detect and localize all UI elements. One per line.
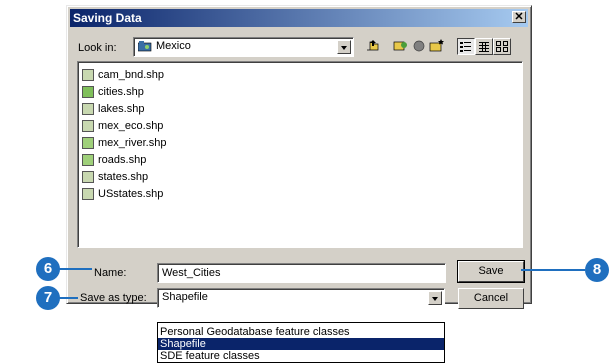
callout-8-leader (521, 269, 585, 271)
callout-6-badge: 6 (36, 257, 60, 281)
list-view-icon (460, 42, 471, 52)
point-shapefile-icon (82, 85, 94, 98)
thumbnails-view-button[interactable] (493, 38, 511, 55)
list-view-button[interactable] (457, 38, 475, 55)
list-item[interactable]: lakes.shp (82, 100, 144, 117)
close-icon: ✕ (514, 11, 524, 23)
thumbnails-view-icon (496, 41, 508, 52)
disconnect-folder-icon (413, 40, 425, 52)
file-name: USstates.shp (98, 187, 164, 200)
title-bar[interactable]: Saving Data ✕ (70, 9, 528, 27)
list-item[interactable]: USstates.shp (82, 185, 163, 202)
callout-8-number: 8 (592, 261, 602, 278)
connect-folder-icon (393, 41, 407, 51)
dialog-title: Saving Data (73, 11, 142, 25)
polygon-shapefile-icon (82, 119, 94, 132)
option-label: SDE feature classes (160, 350, 260, 362)
callout-6-number: 6 (43, 260, 53, 277)
callout-7-number: 7 (43, 289, 53, 306)
up-one-level-button[interactable] (365, 38, 383, 55)
option-label: Shapefile (160, 338, 206, 350)
name-label: Name: (94, 267, 127, 279)
callout-6-leader (56, 268, 92, 270)
polygon-shapefile-icon (82, 102, 94, 115)
save-as-type-value: Shapefile (162, 291, 208, 303)
look-in-select[interactable]: Mexico (133, 37, 354, 57)
up-folder-icon (367, 40, 379, 51)
connect-folder-button[interactable] (393, 38, 411, 55)
file-name: lakes.shp (98, 102, 145, 115)
polygon-shapefile-icon (82, 170, 94, 183)
line-shapefile-icon (82, 136, 94, 149)
cancel-button[interactable]: Cancel (458, 288, 524, 309)
file-name: cam_bnd.shp (98, 68, 165, 81)
save-as-type-dropdown[interactable]: Personal Geodatabase feature classes Sha… (157, 322, 445, 363)
look-in-value: Mexico (156, 40, 191, 52)
details-view-icon (479, 42, 489, 52)
cancel-button-label: Cancel (473, 292, 509, 304)
chevron-down-icon[interactable] (337, 40, 351, 54)
list-item[interactable]: mex_river.shp (82, 134, 166, 151)
save-as-type-label: Save as type: (80, 292, 147, 304)
file-name: mex_river.shp (98, 136, 167, 149)
dropdown-option[interactable]: SDE feature classes (158, 350, 444, 362)
name-field[interactable]: West_Cities (157, 263, 446, 283)
list-item[interactable]: cam_bnd.shp (82, 66, 164, 83)
file-name: roads.shp (98, 153, 147, 166)
chevron-down-icon[interactable] (428, 291, 442, 305)
callout-7-badge: 7 (36, 286, 60, 310)
list-item[interactable]: states.shp (82, 168, 148, 185)
list-item[interactable]: mex_eco.shp (82, 117, 163, 134)
list-item[interactable]: roads.shp (82, 151, 146, 168)
file-list[interactable]: cam_bnd.shp cities.shp lakes.shp mex_eco… (77, 61, 523, 248)
file-name: mex_eco.shp (98, 119, 164, 132)
dropdown-option[interactable]: Personal Geodatabase feature classes (158, 326, 444, 338)
polygon-shapefile-icon (82, 68, 94, 81)
close-button[interactable]: ✕ (512, 11, 526, 23)
dropdown-option-selected[interactable]: Shapefile (158, 338, 444, 350)
new-folder-button[interactable] (429, 38, 447, 55)
details-view-button[interactable] (475, 38, 493, 55)
file-name: states.shp (98, 170, 149, 183)
line-shapefile-icon (82, 153, 94, 166)
saving-data-dialog: Saving Data ✕ Look in: Mexico cam_bnd.sh… (66, 5, 532, 309)
folder-connection-icon (137, 41, 152, 52)
name-value: West_Cities (162, 267, 221, 279)
option-label: Personal Geodatabase feature classes (160, 326, 350, 338)
save-as-type-select[interactable]: Shapefile (157, 288, 445, 308)
list-item[interactable]: cities.shp (82, 83, 144, 100)
disconnect-folder-button[interactable] (411, 38, 429, 55)
polygon-shapefile-icon (82, 187, 94, 200)
look-in-label: Look in: (78, 42, 117, 54)
file-name: cities.shp (98, 85, 144, 98)
save-button-label: Save (478, 265, 504, 277)
new-folder-icon (429, 39, 444, 52)
save-button[interactable]: Save (457, 260, 525, 283)
callout-8-badge: 8 (585, 258, 609, 282)
